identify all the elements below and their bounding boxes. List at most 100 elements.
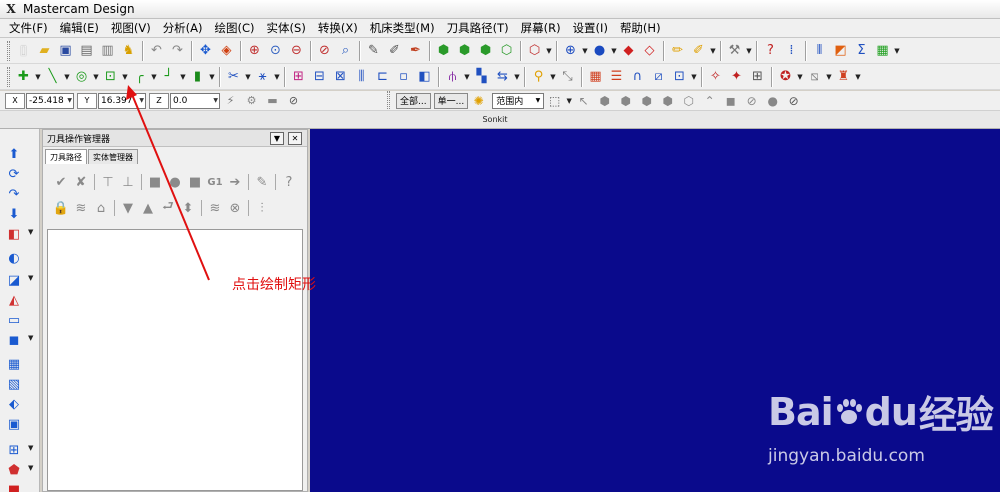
chevron-down-icon[interactable]: ▼ <box>709 40 717 61</box>
stop-icon[interactable]: ■ <box>5 481 23 492</box>
menu-view[interactable]: 视图(V) <box>105 19 157 38</box>
chevron-down-icon[interactable]: ▼ <box>825 66 833 87</box>
stock-icon[interactable]: ⧅ <box>804 66 825 87</box>
zoom-target-icon[interactable]: ⊙ <box>265 40 286 61</box>
hatch-icon[interactable]: ✦ <box>726 66 747 87</box>
layout-icon[interactable]: ▧ <box>5 375 23 393</box>
menu-machine-type[interactable]: 机床类型(M) <box>364 19 441 38</box>
view-ops-icon[interactable]: ⊗ <box>225 198 245 218</box>
menu-xform[interactable]: 转换(X) <box>312 19 364 38</box>
surface-icon[interactable]: ⧄ <box>648 66 669 87</box>
shape-outline-icon[interactable]: ◇ <box>639 40 660 61</box>
repaint-icon[interactable]: ✥ <box>195 40 216 61</box>
menu-create[interactable]: 绘图(C) <box>209 19 261 38</box>
z-coordinate-input[interactable]: 0.0 ▼ <box>170 92 220 109</box>
eraser-icon[interactable]: ⊘ <box>783 91 804 110</box>
array-icon[interactable]: ▚ <box>471 66 492 87</box>
zoom-window-icon[interactable]: ⊕ <box>244 40 265 61</box>
tab-toolpaths[interactable]: 刀具路径 <box>45 149 87 164</box>
hide-icon[interactable]: ≋ <box>205 198 225 218</box>
print-preview-icon[interactable]: ▥ <box>97 40 118 61</box>
menu-solids[interactable]: 实体(S) <box>261 19 312 38</box>
chevron-down-icon[interactable]: ▼ <box>463 66 471 87</box>
x-axis-button[interactable]: X <box>5 92 25 109</box>
hex-select-1-icon[interactable]: ⬢ <box>594 91 615 110</box>
hex-select-3-icon[interactable]: ⬢ <box>636 91 657 110</box>
chevron-down-icon[interactable]: ▼ <box>565 91 573 110</box>
grid-icon[interactable]: ▦ <box>585 66 606 87</box>
chamfer-solid-icon[interactable]: ◪ <box>5 271 23 289</box>
loft-icon[interactable]: ⬇ <box>5 205 23 223</box>
hidden-line-icon[interactable]: ✐ <box>384 40 405 61</box>
multi-view-icon[interactable]: ⊞ <box>5 441 23 459</box>
tab-solids-manager[interactable]: 实体管理器 <box>88 149 138 164</box>
insert-arrow-icon[interactable]: ⮐ <box>158 198 178 218</box>
graphics-viewport[interactable]: Bai du 经验 jingyan.baidu.com <box>310 129 1000 492</box>
simulate-icon[interactable]: ■ <box>185 172 205 192</box>
lock-icon[interactable]: 🔒 <box>51 198 71 218</box>
brush-icon[interactable]: ✐ <box>688 40 709 61</box>
redo-icon[interactable]: ↷ <box>167 40 188 61</box>
save-icon[interactable]: ▣ <box>55 40 76 61</box>
revolve-icon[interactable]: ⟳ <box>5 165 23 183</box>
xform-translate-icon[interactable]: ⊞ <box>288 66 309 87</box>
z-axis-button[interactable]: Z <box>149 92 169 109</box>
zoom-out-icon[interactable]: ⊖ <box>286 40 307 61</box>
select-all-ops-icon[interactable]: ✔ <box>51 172 71 192</box>
fit-screen-icon[interactable]: ◈ <box>216 40 237 61</box>
chevron-down-icon[interactable]: ▼ <box>28 274 33 282</box>
autocursor-settings-icon[interactable]: ▬ <box>262 91 283 110</box>
window-select-icon[interactable]: ⬚ <box>544 91 565 110</box>
y-axis-button[interactable]: Y <box>77 92 97 109</box>
fillet-icon[interactable]: ╭ <box>129 66 150 87</box>
point-plus-icon[interactable]: ✚ <box>13 66 34 87</box>
xform-stretch-icon[interactable]: ◧ <box>414 66 435 87</box>
scope-select[interactable]: 范围内 ▼ <box>492 92 545 109</box>
shaded-icon[interactable]: ✒ <box>405 40 426 61</box>
chevron-down-icon[interactable]: ▼ <box>63 66 71 87</box>
chevron-select-icon[interactable]: ⌃ <box>699 91 720 110</box>
chevron-down-icon[interactable]: ▼ <box>581 40 589 61</box>
xform-mirror-icon[interactable]: ⊠ <box>330 66 351 87</box>
regenerate-dirty-icon[interactable]: ⊥ <box>118 172 138 192</box>
view-iso-icon[interactable]: ⬡ <box>496 40 517 61</box>
chain-icon[interactable]: ☰ <box>606 66 627 87</box>
draft-face-icon[interactable]: ▦ <box>5 355 23 373</box>
print-icon[interactable]: ▤ <box>76 40 97 61</box>
chevron-down-icon[interactable]: ▼ <box>745 40 753 61</box>
sweep-icon[interactable]: ↷ <box>5 185 23 203</box>
move-down-icon[interactable]: ▼ <box>118 198 138 218</box>
trim-icon[interactable]: ✂ <box>223 66 244 87</box>
sphere-icon[interactable]: ● <box>589 40 610 61</box>
toolpath-icon[interactable]: ⫛ <box>442 66 463 87</box>
select-all-button[interactable]: 全部... <box>396 92 431 109</box>
help-icon[interactable]: ? <box>279 172 299 192</box>
toolbar-grip[interactable] <box>387 91 390 110</box>
chevron-down-icon[interactable]: ▼ <box>545 40 553 61</box>
sigma-icon[interactable]: Σ <box>851 40 872 61</box>
regenerate-icon[interactable]: ⊤ <box>98 172 118 192</box>
plugin-icon[interactable]: ▦ <box>872 40 893 61</box>
x-coordinate-input[interactable]: -25.418 ▼ <box>26 92 74 109</box>
undo-icon[interactable]: ↶ <box>146 40 167 61</box>
toolpath-tree[interactable] <box>47 229 303 491</box>
xform-offset-icon[interactable]: ⊏ <box>372 66 393 87</box>
post-gcode-icon[interactable]: G1 <box>205 172 225 192</box>
chevron-down-icon[interactable]: ▼ <box>28 464 33 472</box>
help-query-icon[interactable]: ? <box>760 40 781 61</box>
panel-close-button[interactable]: ✕ <box>288 132 302 145</box>
menu-edit[interactable]: 编辑(E) <box>54 19 105 38</box>
fillet-solid-icon[interactable]: ◐ <box>5 249 23 267</box>
chevron-down-icon[interactable]: ▼ <box>690 66 698 87</box>
feature-icon[interactable]: ✪ <box>775 66 796 87</box>
chevron-down-icon[interactable]: ▼ <box>28 228 33 236</box>
box-icon[interactable]: ⊞ <box>747 66 768 87</box>
menu-screen[interactable]: 屏幕(R) <box>515 19 567 38</box>
break-icon[interactable]: ⚹ <box>252 66 273 87</box>
globe-icon[interactable]: ⊕ <box>560 40 581 61</box>
chevron-down-icon[interactable]: ▼ <box>34 66 42 87</box>
settings-ops-icon[interactable]: ⫶ <box>252 198 272 218</box>
select-single-button[interactable]: 单一... <box>433 92 469 109</box>
select-dirty-icon[interactable]: ✘ <box>71 172 91 192</box>
chevron-down-icon[interactable]: ▼ <box>610 40 618 61</box>
